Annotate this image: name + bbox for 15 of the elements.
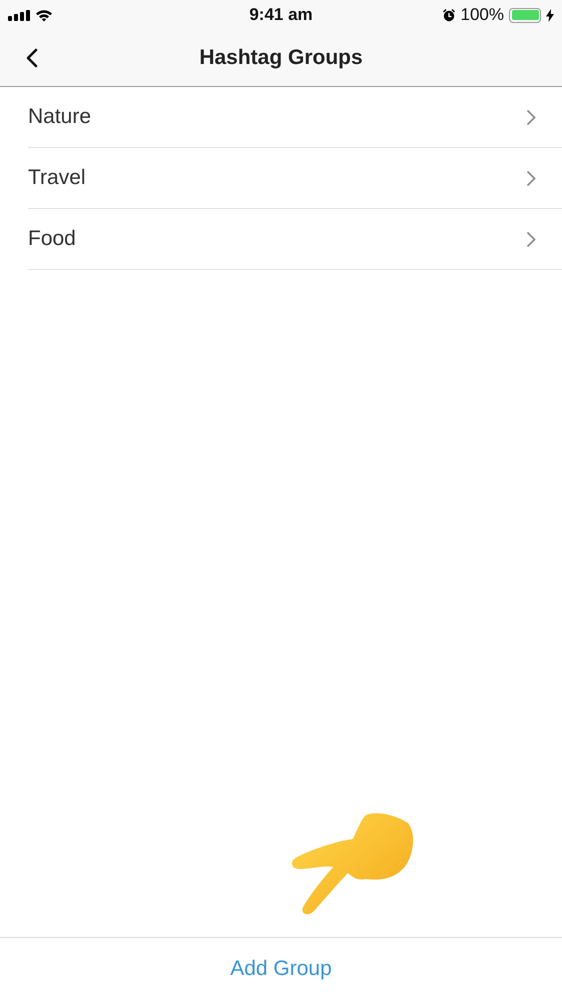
group-row[interactable]: Food (28, 209, 562, 270)
chevron-right-icon (526, 108, 536, 126)
signal-icon (8, 10, 30, 20)
back-icon[interactable] (26, 48, 38, 68)
charging-bolt-icon (546, 8, 554, 22)
battery-icon (509, 8, 541, 22)
group-row[interactable]: Travel (28, 148, 562, 209)
battery-percent: 100% (460, 5, 504, 25)
nav-title: Hashtag Groups (199, 46, 363, 70)
wifi-icon (35, 8, 53, 22)
group-row[interactable]: Nature (28, 87, 562, 148)
chevron-right-icon (526, 170, 536, 186)
chevron-right-icon (526, 230, 536, 248)
alarm-clock-icon (442, 8, 456, 22)
status-time: 9:41 am (248, 5, 314, 25)
